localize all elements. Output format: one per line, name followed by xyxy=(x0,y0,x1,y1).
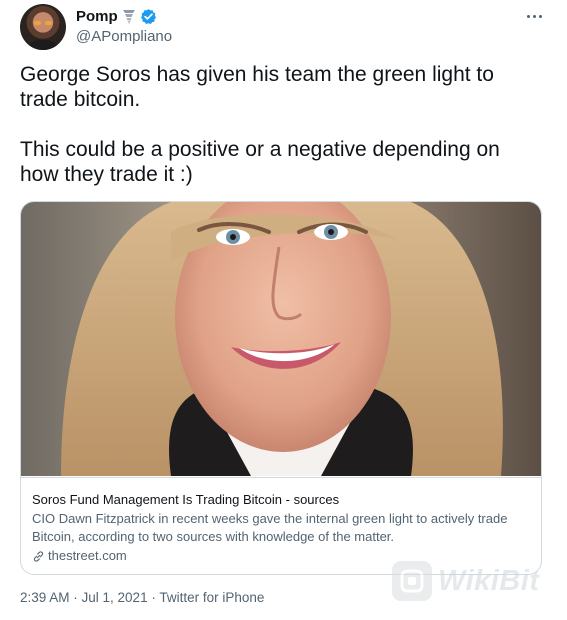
avatar-eye xyxy=(34,21,41,25)
verified-badge-icon xyxy=(140,9,156,24)
author-name-row: Pomp xyxy=(76,8,157,25)
more-options-icon[interactable] xyxy=(522,6,546,26)
wikibit-watermark: WikiBit xyxy=(392,561,540,601)
card-domain-text[interactable]: thestreet.com xyxy=(48,547,127,565)
link-icon xyxy=(33,550,44,562)
watermark-text: WikiBit xyxy=(438,564,540,597)
avatar-shirt xyxy=(26,40,60,50)
author-display-name[interactable]: Pomp xyxy=(76,8,118,25)
portrait-photo xyxy=(21,202,541,476)
card-title[interactable]: Soros Fund Management Is Trading Bitcoin… xyxy=(32,491,532,509)
tweet: Pomp @APompliano George Soros has given … xyxy=(0,0,567,620)
link-preview-card[interactable]: Soros Fund Management Is Trading Bitcoin… xyxy=(20,201,542,575)
author-avatar[interactable] xyxy=(20,4,66,50)
avatar-eye xyxy=(45,21,52,25)
card-photo[interactable] xyxy=(21,202,541,476)
tweet-paragraph: This could be a positive or a negative d… xyxy=(20,138,500,186)
author-handle[interactable]: @APompliano xyxy=(76,28,172,45)
card-description: CIO Dawn Fitzpatrick in recent weeks gav… xyxy=(32,511,508,544)
tweet-text: George Soros has given his team the gree… xyxy=(20,62,540,187)
tweet-timestamp[interactable]: 2:39 AM · Jul 1, 2021 · Twitter for iPho… xyxy=(20,590,264,605)
wikibit-logo-icon xyxy=(392,561,432,601)
tweet-paragraph: George Soros has given his team the gree… xyxy=(20,63,494,111)
tornado-emoji-icon xyxy=(122,10,135,24)
